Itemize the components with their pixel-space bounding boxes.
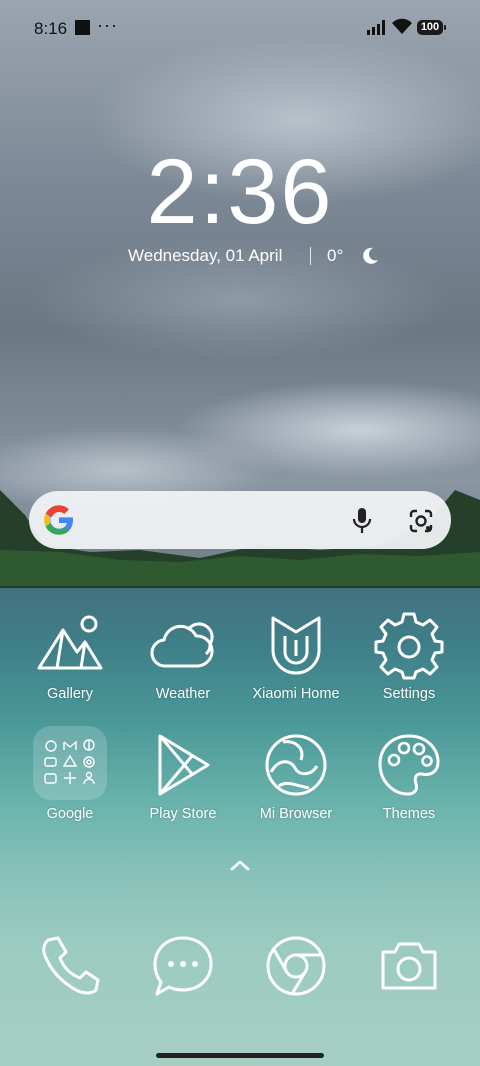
app-label: Play Store (149, 806, 217, 822)
app-label: Xiaomi Home (252, 686, 340, 702)
play-triangle-icon (158, 734, 210, 796)
app-themes[interactable]: Themes (354, 730, 464, 822)
app-play-store[interactable]: Play Store (128, 730, 238, 822)
app-google-folder[interactable]: Google (15, 726, 125, 822)
app-xiaomi-home[interactable]: Xiaomi Home (241, 610, 351, 702)
app-label: Google (46, 806, 94, 822)
folder-mini-icons (44, 739, 95, 785)
messages-icon[interactable] (151, 934, 215, 998)
home-gesture-bar[interactable] (156, 1053, 324, 1058)
app-label: Mi Browser (259, 806, 333, 822)
google-lens-icon[interactable] (407, 507, 435, 535)
date-weather-row[interactable]: Wednesday, 01 April 0° (0, 246, 480, 270)
app-label: Gallery (47, 686, 93, 702)
divider (310, 247, 311, 265)
date-text: Wednesday, 01 April (128, 246, 283, 265)
google-search-bar[interactable] (29, 491, 451, 549)
temperature-text: 0° (327, 246, 344, 265)
browser-wave-icon (265, 734, 327, 796)
wifi-icon (392, 18, 412, 34)
mountain-icon (37, 615, 103, 670)
palette-icon (378, 734, 440, 796)
signal-icon (367, 20, 385, 35)
moon-icon (363, 247, 378, 264)
cloud-icon (150, 622, 214, 668)
folder-icon (33, 726, 107, 800)
app-weather[interactable]: Weather (128, 610, 238, 702)
microphone-icon[interactable] (351, 507, 373, 535)
chevron-up-icon[interactable] (229, 858, 251, 872)
camera-icon[interactable] (377, 934, 441, 998)
chrome-icon[interactable] (264, 934, 328, 998)
google-g-icon[interactable] (43, 504, 75, 536)
status-bar: 8:16 ··· 100 (0, 0, 480, 56)
app-label: Themes (382, 806, 436, 822)
phone-icon[interactable] (38, 934, 102, 998)
battery-tip (444, 25, 446, 30)
app-gallery[interactable]: Gallery (15, 610, 125, 702)
app-mi-browser[interactable]: Mi Browser (241, 730, 351, 822)
status-time: 8:16 (34, 19, 68, 38)
gear-icon (374, 612, 444, 680)
mi-home-icon (271, 616, 321, 675)
app-settings[interactable]: Settings (354, 610, 464, 702)
more-dots-icon: ··· (97, 15, 118, 35)
app-label: Settings (382, 686, 436, 702)
notification-square-icon (75, 20, 90, 35)
home-clock[interactable]: 2:36 (0, 140, 480, 245)
battery-icon: 100 (417, 20, 443, 35)
app-label: Weather (155, 686, 211, 702)
